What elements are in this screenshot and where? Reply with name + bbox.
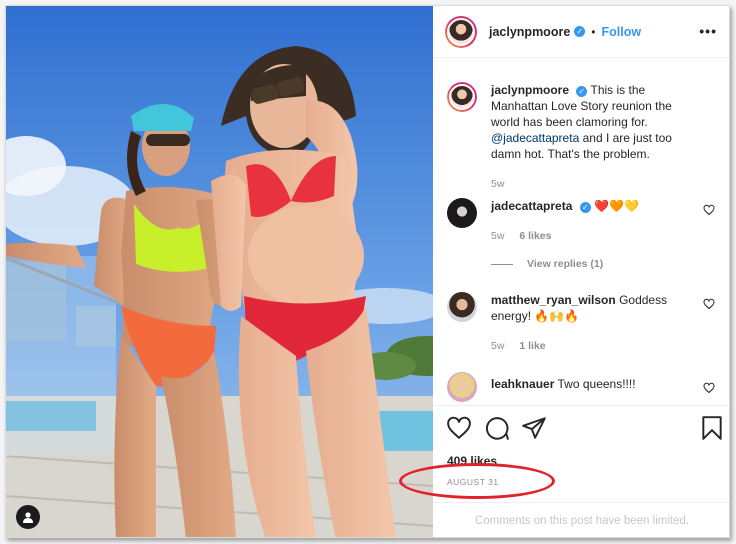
comment-body: jadecattapreta ✓ ❤️🧡💛 5w 6 likes	[491, 198, 701, 244]
verified-badge-icon: ✓	[576, 86, 588, 97]
caption-username[interactable]: jaclynpmoore	[491, 83, 569, 97]
red-annotation-ellipse	[399, 463, 555, 499]
comment-body: leahknauer Two queens!!!!	[491, 376, 701, 392]
paper-plane-icon[interactable]	[521, 415, 547, 441]
post-card: jaclynpmoore ✓ • Follow ••• jaclynpmoore…	[5, 5, 730, 538]
screenshot-frame: jaclynpmoore ✓ • Follow ••• jaclynpmoore…	[0, 0, 736, 544]
more-options-icon[interactable]: •••	[699, 23, 717, 39]
comment-icon[interactable]	[484, 415, 510, 441]
caption-body: jaclynpmoore ✓ This is the Manhattan Lov…	[491, 82, 701, 192]
comment-avatar[interactable]	[447, 372, 477, 402]
verified-badge-icon: ✓	[574, 26, 586, 37]
comment-likes[interactable]: 1 like	[519, 340, 545, 352]
comment-text: Two queens!!!!	[557, 377, 636, 391]
comment-heart-icon[interactable]	[703, 382, 715, 394]
post-side-panel: jaclynpmoore ✓ • Follow ••• jaclynpmoore…	[399, 6, 729, 537]
action-bar	[433, 405, 729, 450]
comment-heart-icon[interactable]	[703, 298, 715, 310]
comment-likes[interactable]: 6 likes	[519, 230, 551, 242]
post-photo[interactable]	[6, 6, 433, 537]
separator-dot: •	[591, 24, 596, 39]
bookmark-icon[interactable]	[699, 415, 725, 441]
caption-time[interactable]: 5w	[491, 178, 504, 190]
photo-illustration	[6, 6, 433, 537]
caption-avatar[interactable]	[447, 82, 477, 112]
comment-text: ❤️🧡💛	[594, 199, 639, 213]
comment-username[interactable]: jadecattapreta	[491, 199, 572, 213]
comment-time[interactable]: 5w	[491, 230, 504, 242]
comment-username[interactable]: leahknauer	[491, 377, 554, 391]
comment-heart-icon[interactable]	[703, 204, 715, 216]
person-icon	[23, 512, 33, 523]
comment-avatar[interactable]	[447, 198, 477, 228]
user-tag-button[interactable]	[16, 505, 40, 529]
verified-badge-icon: ✓	[579, 202, 591, 213]
author-username[interactable]: jaclynpmoore	[489, 25, 570, 39]
follow-button[interactable]: Follow	[601, 25, 641, 39]
comments-list[interactable]: jaclynpmoore ✓ This is the Manhattan Lov…	[433, 58, 729, 405]
view-replies-link[interactable]: View replies (1)	[491, 258, 603, 270]
caption-mention-link[interactable]: @jadecattapreta	[491, 131, 579, 145]
comments-limited-notice: Comments on this post have been limited.	[433, 502, 729, 537]
comment-username[interactable]: matthew_ryan_wilson	[491, 293, 616, 307]
post-header: jaclynpmoore ✓ • Follow •••	[433, 6, 729, 58]
comment-time[interactable]: 5w	[491, 340, 504, 352]
heart-icon[interactable]	[446, 415, 472, 441]
comment-body: matthew_ryan_wilson Goddess energy! 🔥🙌🔥 …	[491, 292, 701, 354]
author-avatar[interactable]	[445, 15, 477, 48]
comment-avatar[interactable]	[447, 292, 477, 322]
